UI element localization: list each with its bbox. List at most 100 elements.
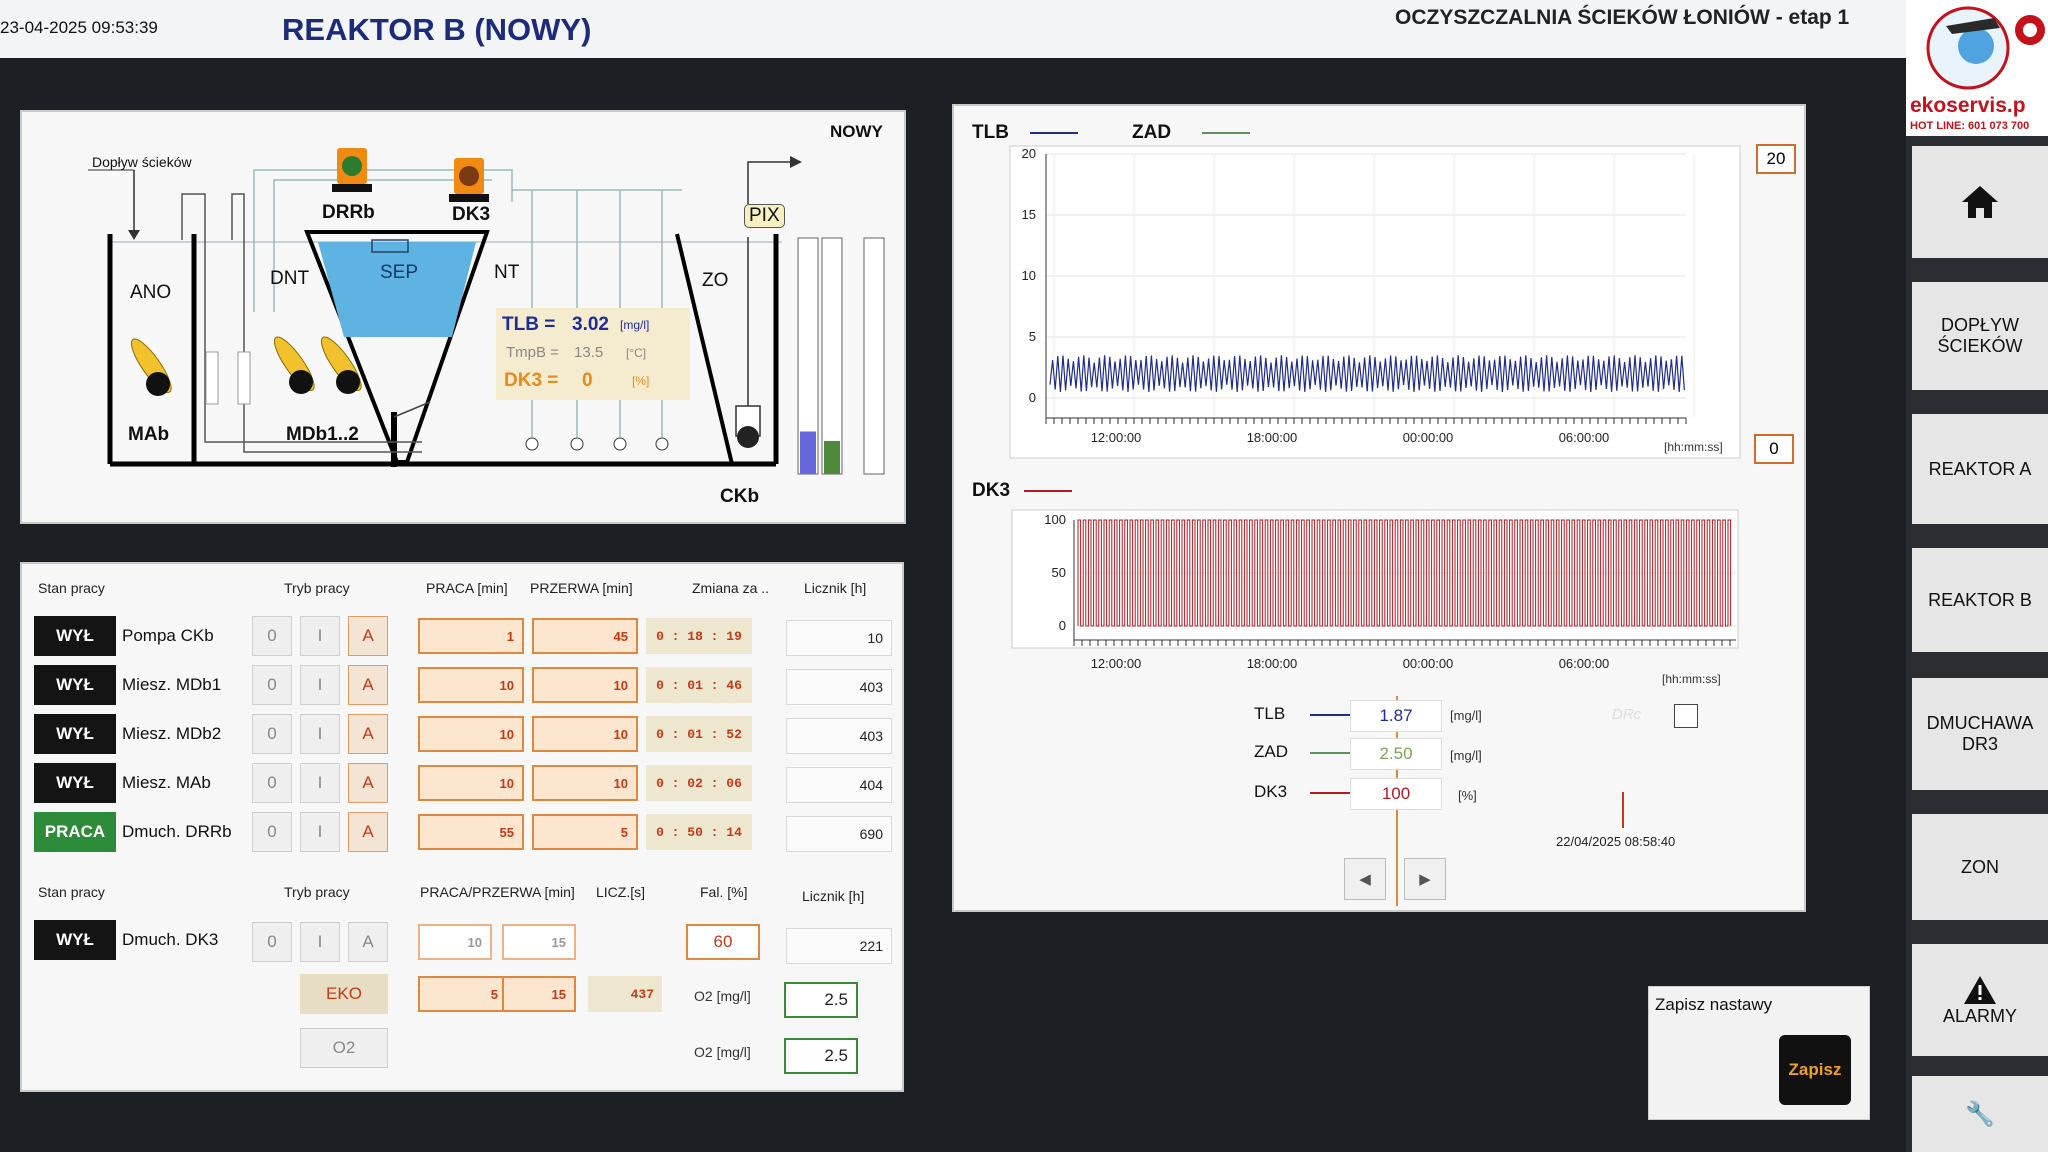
header-mode: Tryb pracy xyxy=(284,580,350,596)
logo-brand: ekoservis.p xyxy=(1910,94,2026,117)
mode-auto-button[interactable]: A xyxy=(348,763,388,803)
x-unit-1: [hh:mm:ss] xyxy=(1664,440,1723,454)
prev-arrow-button[interactable]: ◀ xyxy=(1344,858,1386,900)
o2-label-2: O2 [mg/l] xyxy=(694,1044,751,1060)
o2-setpoint-2[interactable]: 2.5 xyxy=(784,1038,858,1074)
inflow-label: Dopływ ścieków xyxy=(92,154,192,170)
mode-on-button[interactable]: I xyxy=(300,665,340,705)
device-state-button[interactable]: WYŁ xyxy=(34,665,116,705)
o2-setpoint-1[interactable]: 2.5 xyxy=(784,982,858,1018)
dk3-work-input[interactable]: 10 xyxy=(418,924,492,960)
work-time-input[interactable]: 1 xyxy=(418,618,524,654)
mode-off-button[interactable]: 0 xyxy=(252,812,292,852)
sidebar-zon-label: ZON xyxy=(1961,856,1999,877)
page-title: REAKTOR B (NOWY) xyxy=(282,12,592,47)
sidebar-reaktor-b-label: REAKTOR B xyxy=(1928,589,2032,610)
reactor-readout: TLB = 3.02 [mg/l] TmpB = 13.5 [°C] DK3 =… xyxy=(496,308,690,400)
dk3-mode-on[interactable]: I xyxy=(300,922,340,962)
mode-auto-button[interactable]: A xyxy=(348,665,388,705)
plant-name: OCZYSZCZALNIA ŚCIEKÓW ŁONIÓW - etap 1 xyxy=(1395,6,1850,29)
next-arrow-button[interactable]: ▶ xyxy=(1404,858,1446,900)
o2-label-1: O2 [mg/l] xyxy=(694,988,751,1004)
mode-off-button[interactable]: 0 xyxy=(252,714,292,754)
eko-pause-input[interactable]: 15 xyxy=(502,976,576,1012)
eko-licz-value: 437 xyxy=(588,976,662,1012)
hour-counter: 403 xyxy=(786,669,892,705)
tmp-label: TmpB = xyxy=(506,344,559,361)
mode-on-button[interactable]: I xyxy=(300,714,340,754)
readout-dk3-unit: [%] xyxy=(1458,788,1477,803)
work-time-input[interactable]: 55 xyxy=(418,814,524,850)
dk3-label: DK3 xyxy=(452,204,491,225)
change-timer: 0 : 18 : 19 xyxy=(646,618,752,654)
pause-time-input[interactable]: 10 xyxy=(532,716,638,752)
level-bar-fill xyxy=(800,431,816,474)
mode-auto-button[interactable]: A xyxy=(348,714,388,754)
readout-tlb-line xyxy=(1310,714,1350,716)
dk3-readout-unit: [%] xyxy=(632,374,650,388)
sidebar-item-zon[interactable]: ZON xyxy=(1912,814,2048,926)
nt-label: NT xyxy=(494,262,520,283)
dk3-mode-auto[interactable]: A xyxy=(348,922,388,962)
pause-time-input[interactable]: 5 xyxy=(532,814,638,850)
dk3-mode-off[interactable]: 0 xyxy=(252,922,292,962)
header2-workpause: PRACA/PRZERWA [min] xyxy=(420,884,575,900)
drc-checkbox[interactable] xyxy=(1674,704,1698,728)
work-time-input[interactable]: 10 xyxy=(418,765,524,801)
device-state-button[interactable]: WYŁ xyxy=(34,763,116,803)
mode-off-button[interactable]: 0 xyxy=(252,763,292,803)
sidebar-item-settings[interactable]: 🔧 xyxy=(1912,1076,2048,1152)
device-state-button[interactable]: WYŁ xyxy=(34,616,116,656)
change-timer: 0 : 02 : 06 xyxy=(646,765,752,801)
level-bar-fill xyxy=(824,440,840,474)
drc-label: DRc xyxy=(1612,706,1642,723)
mode-on-button[interactable]: I xyxy=(300,616,340,656)
y-tick-label: 15 xyxy=(1022,207,1036,222)
sidebar-item-dmuchawa[interactable]: DMUCHAWA DR3 xyxy=(1912,678,2048,796)
readout-tlb-unit: [mg/l] xyxy=(1450,708,1482,723)
pause-time-input[interactable]: 10 xyxy=(532,667,638,703)
x-tick-label: 06:00:00 xyxy=(1559,430,1610,445)
sidebar-item-alarmy[interactable]: ALARMY xyxy=(1912,944,2048,1062)
mode-auto-button[interactable]: A xyxy=(348,616,388,656)
sidebar-item-doplyw[interactable]: DOPŁYW ŚCIEKÓW xyxy=(1912,282,2048,396)
dk3-fal-input[interactable]: 60 xyxy=(686,924,760,960)
eko-button[interactable]: EKO xyxy=(300,974,388,1014)
work-time-input[interactable]: 10 xyxy=(418,716,524,752)
header2-state: Stan pracy xyxy=(38,884,105,900)
sidebar-home-button[interactable] xyxy=(1912,146,2048,264)
mixer-mdb1-icon xyxy=(273,336,315,394)
y-tick-label: 20 xyxy=(1022,146,1036,161)
sidebar-reaktor-a-label: REAKTOR A xyxy=(1928,458,2032,479)
mode-on-button[interactable]: I xyxy=(300,763,340,803)
pause-time-input[interactable]: 45 xyxy=(532,618,638,654)
dk3-state-button[interactable]: WYŁ xyxy=(34,920,116,960)
mode-off-button[interactable]: 0 xyxy=(252,665,292,705)
device-name: Miesz. MAb xyxy=(122,773,211,792)
eko-work-input[interactable]: 5 xyxy=(418,976,508,1012)
work-time-input[interactable]: 10 xyxy=(418,667,524,703)
x-tick-label: 12:00:00 xyxy=(1091,656,1142,671)
sidebar-item-reaktor-a[interactable]: REAKTOR A xyxy=(1912,414,2048,530)
x-unit-2: [hh:mm:ss] xyxy=(1662,672,1721,686)
blower-dk3-icon xyxy=(449,158,489,202)
triangle-right-icon: ▶ xyxy=(1419,871,1431,888)
sidebar-item-reaktor-b[interactable]: REAKTOR B xyxy=(1912,548,2048,658)
y-tick-label: 0 xyxy=(1029,390,1036,405)
readout-zad-unit: [mg/l] xyxy=(1450,748,1482,763)
o2-mode-button[interactable]: O2 xyxy=(300,1028,388,1068)
device-state-button[interactable]: PRACA xyxy=(34,812,116,852)
save-button[interactable]: Zapisz xyxy=(1779,1035,1851,1105)
ano-label: ANO xyxy=(130,282,172,303)
device-state-button[interactable]: WYŁ xyxy=(34,714,116,754)
zo-label: ZO xyxy=(702,270,729,291)
hour-counter: 403 xyxy=(786,718,892,754)
mode-off-button[interactable]: 0 xyxy=(252,616,292,656)
hour-counter: 690 xyxy=(786,816,892,852)
pause-time-input[interactable]: 10 xyxy=(532,765,638,801)
mode-on-button[interactable]: I xyxy=(300,812,340,852)
dk3-pause-input[interactable]: 15 xyxy=(502,924,576,960)
mode-auto-button[interactable]: A xyxy=(348,812,388,852)
tlb-label: TLB = xyxy=(502,314,556,335)
save-settings-panel: Zapisz nastawy Zapisz xyxy=(1648,986,1870,1120)
